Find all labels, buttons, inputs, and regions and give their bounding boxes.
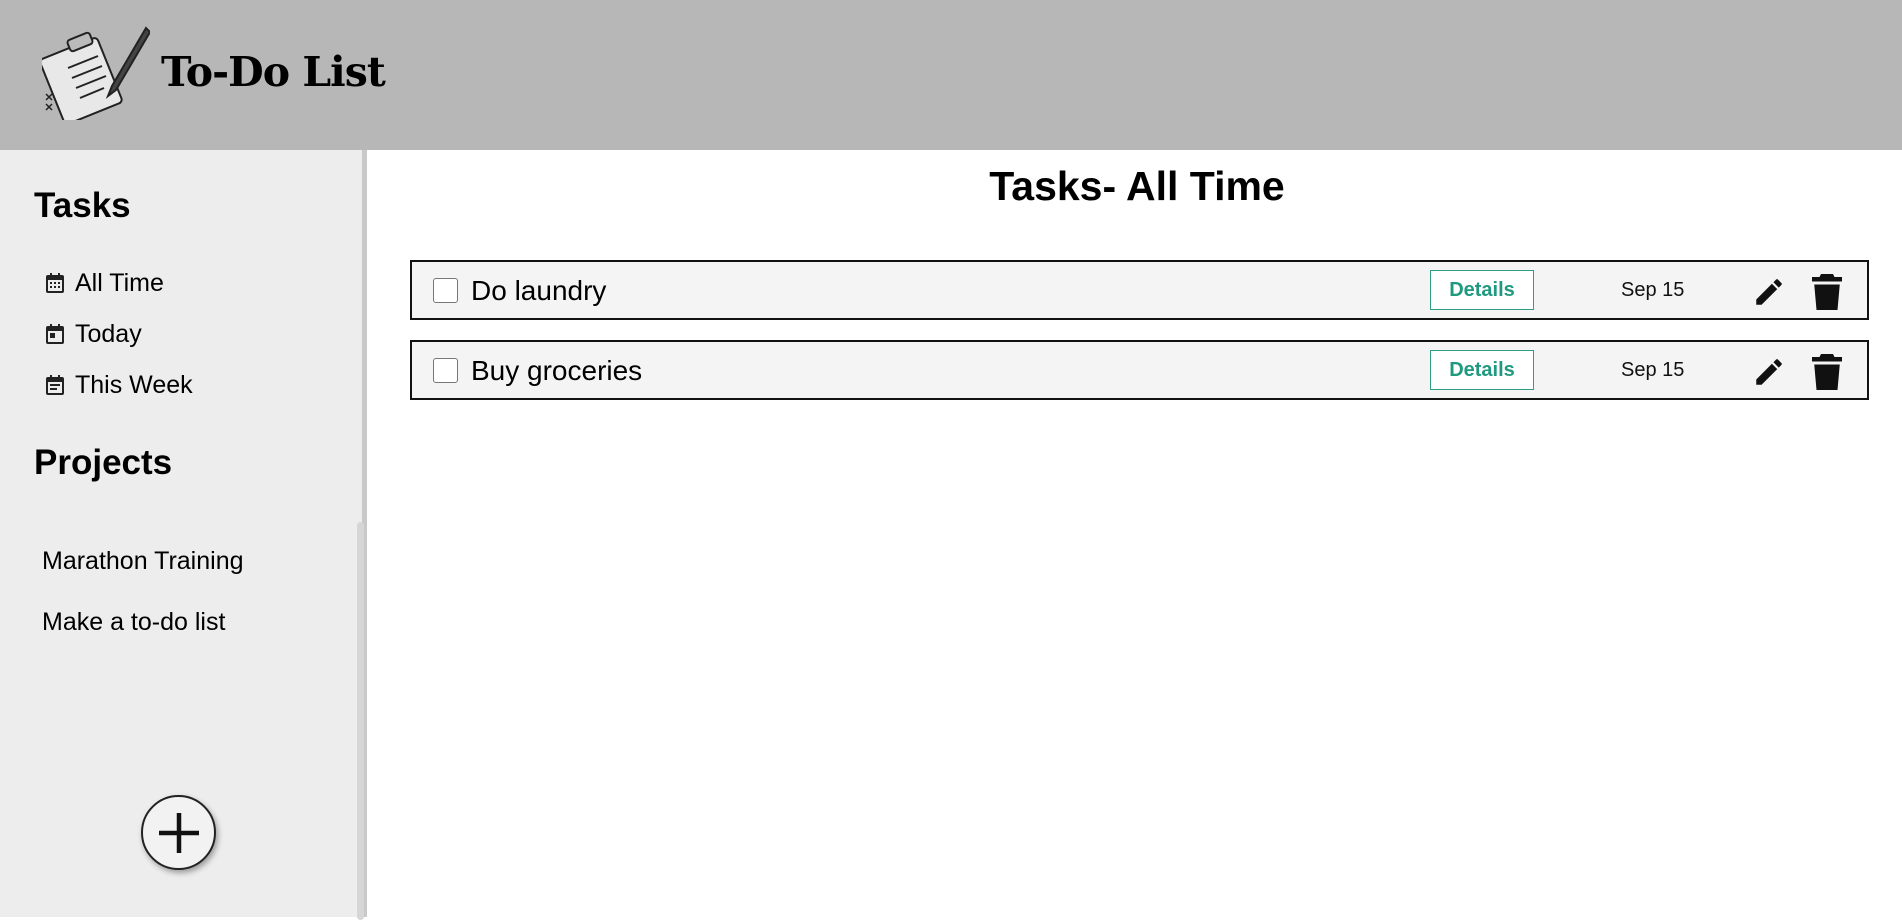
details-button[interactable]: Details (1430, 270, 1534, 310)
projects-heading: Projects (34, 443, 173, 482)
sidebar-scrollbar[interactable] (357, 522, 364, 920)
task-checkbox[interactable] (433, 358, 458, 383)
calendar-month-icon (46, 273, 64, 293)
page-title: Tasks- All Time (989, 163, 1285, 209)
trash-icon[interactable] (1812, 354, 1842, 390)
task-checkbox[interactable] (433, 278, 458, 303)
task-date: Sep 15 (1621, 279, 1685, 301)
pencil-icon[interactable] (1752, 355, 1786, 389)
tasks-heading: Tasks (34, 186, 131, 225)
sidebar-item-today[interactable]: Today (43, 317, 142, 351)
task-row: Do laundry Details Sep 15 (410, 260, 1869, 320)
project-item-make-a-to-do-list[interactable]: Make a to-do list (42, 608, 225, 637)
sidebar-item-label: All Time (75, 268, 164, 297)
calendar-today-icon (46, 324, 64, 344)
task-name: Do laundry (471, 275, 607, 306)
task-name: Buy groceries (471, 355, 643, 386)
details-button[interactable]: Details (1430, 350, 1534, 390)
project-item-marathon-training[interactable]: Marathon Training (42, 547, 244, 576)
calendar-week-icon (46, 375, 64, 395)
pencil-icon[interactable] (1752, 275, 1786, 309)
trash-icon[interactable] (1812, 274, 1842, 310)
task-date: Sep 15 (1621, 359, 1685, 381)
sidebar-item-this-week[interactable]: This Week (43, 368, 193, 402)
plus-icon (158, 812, 199, 853)
task-row: Buy groceries Details Sep 15 (410, 340, 1869, 400)
app-title: To-Do List (161, 48, 386, 96)
add-button[interactable] (141, 795, 216, 870)
clipboard-logo-icon (42, 26, 150, 120)
sidebar-item-label: This Week (75, 370, 193, 399)
app-header: To-Do List (0, 0, 1902, 150)
sidebar-item-all-time[interactable]: All Time (43, 266, 164, 300)
sidebar-item-label: Today (75, 319, 142, 348)
